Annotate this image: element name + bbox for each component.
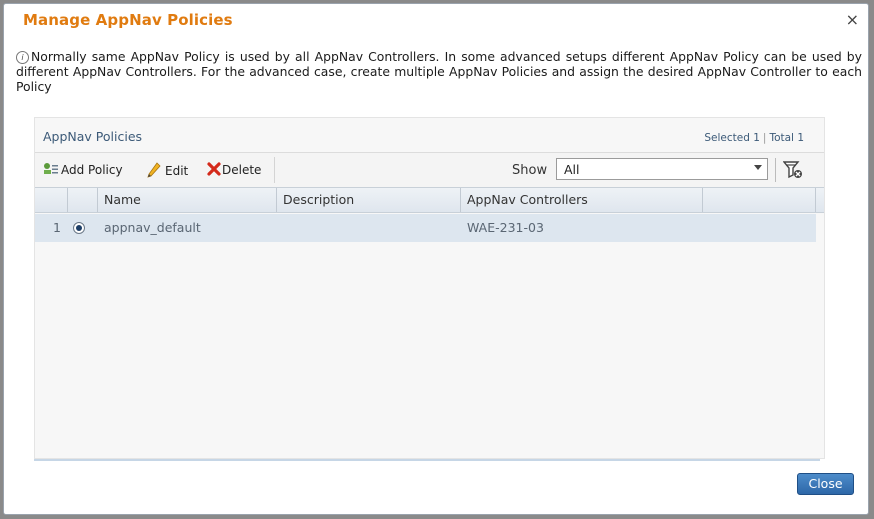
count-separator: |: [762, 132, 767, 144]
dialog-title-bar: Manage AppNav Policies ×: [4, 4, 868, 36]
selection-counts: Selected 1 | Total 1: [704, 132, 804, 144]
add-policy-label: Add Policy: [61, 163, 123, 177]
panel-title: AppNav Policies: [43, 129, 143, 144]
policy-controllers-cell: WAE-231-03: [467, 220, 544, 235]
row-select-radio[interactable]: [73, 222, 85, 234]
policy-table-header: Name Description AppNav Controllers: [35, 187, 824, 213]
column-header-appnav-controllers[interactable]: AppNav Controllers: [461, 188, 703, 212]
show-label: Show: [512, 163, 548, 178]
column-header-description[interactable]: Description: [277, 188, 461, 212]
selected-count: Selected 1: [704, 132, 760, 144]
info-icon: i: [16, 51, 29, 64]
edit-label: Edit: [165, 164, 189, 178]
close-icon[interactable]: ×: [846, 10, 859, 29]
filter-icon[interactable]: [783, 160, 803, 180]
edit-button[interactable]: Edit: [147, 162, 188, 178]
info-text: Normally same AppNav Policy is used by a…: [16, 49, 862, 94]
manage-appnav-policies-dialog: Manage AppNav Policies × i Normally same …: [3, 3, 869, 515]
policy-toolbar: Add Policy Edit Delete Show All: [35, 152, 824, 187]
dialog-title: Manage AppNav Policies: [23, 11, 233, 29]
column-header-extra: [703, 188, 816, 212]
column-header-index: [35, 188, 68, 212]
column-header-select: [68, 188, 98, 212]
column-header-name[interactable]: Name: [98, 188, 277, 212]
chevron-down-icon: [754, 165, 762, 170]
delete-icon: [207, 162, 221, 176]
appnav-policies-panel: AppNav Policies Selected 1 | Total 1 Add P…: [34, 117, 825, 459]
show-filter-select[interactable]: All: [556, 158, 768, 180]
pencil-icon: [147, 162, 161, 178]
add-policy-icon: [44, 163, 58, 174]
row-index: 1: [53, 220, 61, 235]
filter-divider: [775, 158, 776, 182]
policy-name-cell: appnav_default: [104, 220, 201, 235]
footer-divider: [34, 459, 820, 461]
info-message: i Normally same AppNav Policy is used by …: [16, 49, 862, 94]
close-button[interactable]: Close: [797, 473, 854, 495]
show-filter-value: All: [564, 162, 580, 177]
delete-button[interactable]: Delete: [207, 162, 261, 177]
toolbar-divider: [274, 157, 275, 183]
table-row[interactable]: 1 appnav_default WAE-231-03: [35, 214, 816, 242]
total-count: Total 1: [769, 132, 804, 144]
delete-label: Delete: [222, 163, 262, 177]
add-policy-button[interactable]: Add Policy: [43, 162, 123, 177]
